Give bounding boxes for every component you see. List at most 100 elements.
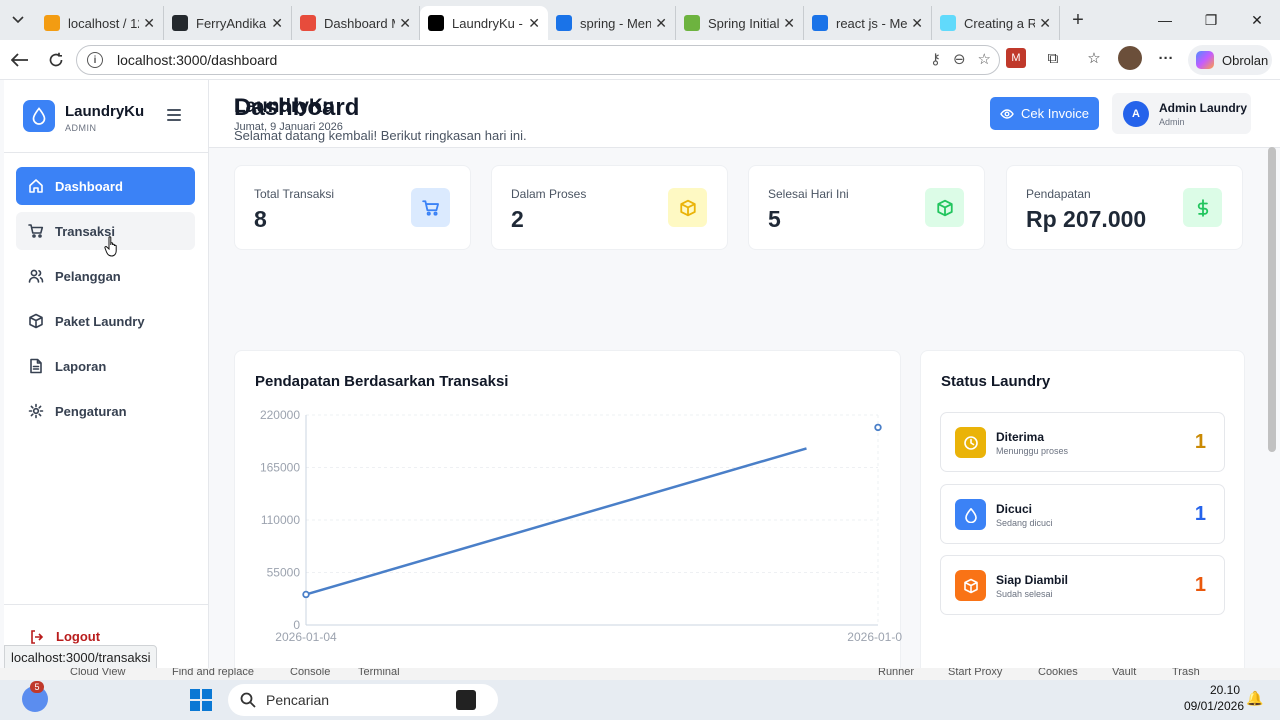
restore-button[interactable]: ❐ — [1188, 0, 1234, 40]
browser-tab[interactable]: Spring Initializ ✕ — [676, 6, 804, 40]
devtools-item[interactable]: Start Proxy — [948, 668, 1002, 678]
tab-label: Dashboard M — [324, 15, 396, 31]
data-point — [302, 590, 310, 599]
puzzle-icon[interactable]: ⧉ — [1041, 46, 1065, 70]
x-tick-label: 2026-01-04 — [275, 630, 337, 644]
app-taskbar-icon[interactable] — [456, 690, 476, 710]
tab-label: localhost / 12 — [68, 15, 140, 31]
close-icon[interactable]: ✕ — [783, 15, 795, 32]
package-icon — [668, 188, 707, 227]
devtools-item[interactable]: Vault — [1112, 668, 1136, 678]
address-bar[interactable]: i localhost:3000/dashboard ⚷ ⊖ ☆ — [76, 45, 1000, 75]
profile-avatar[interactable] — [1118, 46, 1142, 70]
tab-label: LaundryKu - S — [452, 15, 524, 31]
close-icon[interactable]: ✕ — [143, 15, 155, 32]
react-icon — [940, 15, 956, 31]
status-desc: Menunggu proses — [996, 446, 1069, 456]
devtools-item[interactable]: Cloud View — [70, 668, 125, 678]
close-icon[interactable]: ✕ — [271, 15, 283, 32]
data-point — [874, 423, 882, 432]
browser-toolbar: i localhost:3000/dashboard ⚷ ⊖ ☆ M ⧉ ☆ ·… — [0, 40, 1280, 80]
notification-badge: 5 — [30, 681, 44, 693]
url-text: localhost:3000/dashboard — [117, 52, 278, 68]
hand-cursor-icon — [104, 236, 117, 257]
new-tab-button[interactable]: + — [1060, 9, 1096, 32]
tab-strip: localhost / 12 ✕ FerryAndikaFi ✕ Dashboa… — [36, 0, 1060, 40]
status-count: 1 — [1194, 574, 1206, 596]
cek-invoice-button[interactable]: Cek Invoice — [990, 97, 1099, 130]
stat-value: 8 — [254, 206, 267, 232]
package-icon — [925, 188, 964, 227]
brand-subtitle: ADMIN — [65, 123, 97, 133]
devtools-item[interactable]: Console — [290, 668, 330, 678]
star-icon[interactable]: ☆ — [978, 50, 991, 68]
tab-label: spring - Men — [580, 15, 652, 31]
sidebar-item-laporan[interactable]: Laporan — [16, 347, 195, 385]
more-menu-icon[interactable]: ··· — [1154, 46, 1178, 70]
clock-time: 20.10 — [1209, 683, 1240, 697]
status-item: Diterima Menunggu proses 1 — [940, 412, 1225, 472]
minimize-button[interactable]: — — [1142, 0, 1188, 40]
browser-tab[interactable]: Creating a Re ✕ — [932, 6, 1060, 40]
back-button[interactable] — [2, 42, 38, 78]
notification-bell-icon[interactable]: 🔔 — [1246, 690, 1263, 707]
close-icon[interactable]: ✕ — [1039, 15, 1051, 32]
close-icon[interactable]: ✕ — [655, 15, 667, 32]
devtools-item[interactable]: Terminal — [358, 668, 400, 678]
vercel-icon — [428, 15, 444, 31]
close-icon[interactable]: ✕ — [399, 15, 411, 32]
windows-start-icon[interactable] — [190, 689, 212, 711]
devtools-item[interactable]: Find and replace — [172, 668, 254, 678]
browser-tab[interactable]: localhost / 12 ✕ — [36, 6, 164, 40]
devtools-item[interactable]: Runner — [878, 668, 914, 678]
devtools-item[interactable]: Cookies — [1038, 668, 1078, 678]
close-icon[interactable]: ✕ — [528, 15, 540, 32]
stat-card: Pendapatan Rp 207.000 — [1006, 165, 1243, 250]
logout-button[interactable]: Logout — [30, 629, 100, 644]
browser-tab[interactable]: LaundryKu - S ✕ — [420, 6, 548, 40]
key-icon[interactable]: ⚷ — [930, 50, 941, 68]
status-count: 1 — [1194, 431, 1206, 453]
series-line — [305, 447, 807, 596]
app-icon — [300, 15, 316, 31]
zoom-icon[interactable]: ⊖ — [953, 50, 966, 68]
sidebar-item-label: Laporan — [55, 358, 107, 374]
chevron-down-icon — [12, 16, 24, 24]
taskbar-search-placeholder: Pencarian — [266, 692, 330, 708]
brand-name: LaundryKu — [65, 103, 145, 120]
search-icon — [240, 692, 256, 708]
browser-tab[interactable]: FerryAndikaFi ✕ — [164, 6, 292, 40]
y-tick-label: 110000 — [261, 513, 300, 527]
logout-label: Logout — [56, 629, 101, 644]
cart-icon — [411, 188, 450, 227]
user-name: Admin Laundry — [1159, 101, 1248, 115]
tab-list-button[interactable] — [0, 0, 36, 40]
sidebar-item-dashboard[interactable]: Dashboard — [16, 167, 195, 205]
copilot-button[interactable]: Obrolan — [1188, 45, 1272, 75]
sidebar-item-pengaturan[interactable]: Pengaturan — [16, 392, 195, 430]
browser-tab[interactable]: Dashboard M ✕ — [292, 6, 420, 40]
cart-icon — [28, 223, 44, 239]
extension-icon[interactable]: M — [1006, 48, 1026, 68]
sidebar-item-pelanggan[interactable]: Pelanggan — [16, 257, 195, 295]
reload-button[interactable] — [38, 42, 74, 78]
menu-toggle-icon[interactable] — [167, 109, 181, 121]
x-tick-label: 2026-01-09 — [847, 630, 902, 644]
site-info-icon[interactable]: i — [87, 52, 103, 68]
close-icon[interactable]: ✕ — [911, 15, 923, 32]
page-scrollbar[interactable] — [1268, 147, 1276, 452]
eye-icon — [1000, 108, 1014, 119]
browser-tab[interactable]: react js - Men ✕ — [804, 6, 932, 40]
favorites-icon[interactable]: ☆ — [1082, 46, 1106, 70]
sidebar-item-label: Paket Laundry — [55, 313, 145, 329]
user-menu[interactable]: A Admin Laundry Admin — [1112, 93, 1251, 134]
status-desc: Sudah selesai — [996, 589, 1053, 599]
page-subtitle: Selamat datang kembali! Berikut ringkasa… — [234, 128, 527, 143]
github-icon — [172, 15, 188, 31]
close-window-button[interactable]: ✕ — [1234, 0, 1280, 40]
stat-value: Rp 207.000 — [1026, 206, 1147, 232]
browser-tab[interactable]: spring - Men ✕ — [548, 6, 676, 40]
status-name: Dicuci — [996, 502, 1033, 516]
devtools-item[interactable]: Trash — [1172, 668, 1200, 678]
sidebar-item-paket-laundry[interactable]: Paket Laundry — [16, 302, 195, 340]
